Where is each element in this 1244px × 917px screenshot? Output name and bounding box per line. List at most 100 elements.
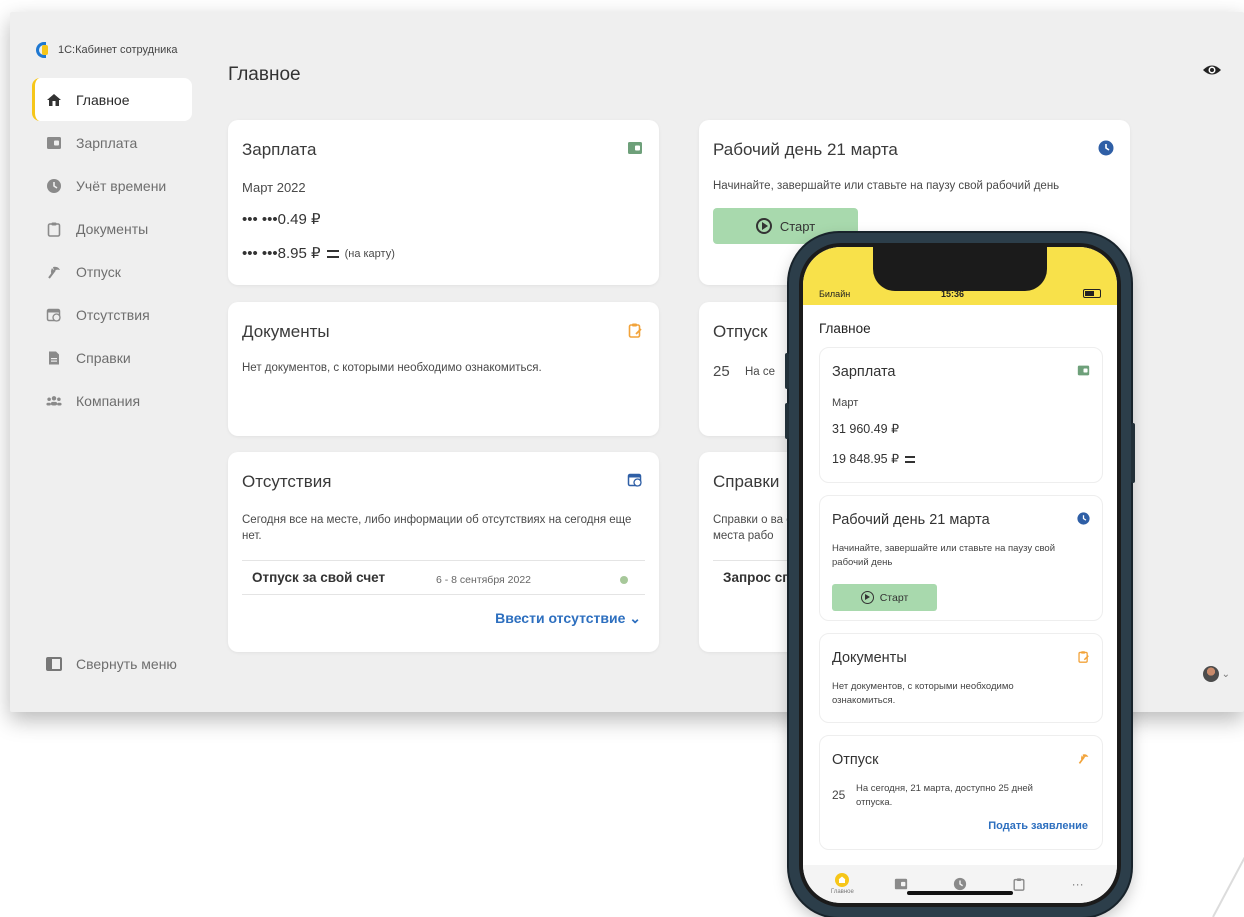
people-icon xyxy=(46,393,62,409)
salary-month: Март xyxy=(832,397,859,409)
start-label: Старт xyxy=(879,591,909,604)
clipboard-icon xyxy=(1012,877,1026,891)
notch xyxy=(873,247,1047,291)
palm-icon xyxy=(1077,752,1090,765)
decorative-line xyxy=(1212,792,1244,917)
documents-text: Нет документов, с которыми необходимо оз… xyxy=(242,362,542,374)
absences-text: Сегодня все на месте, либо информации об… xyxy=(242,514,632,542)
tab-documents[interactable] xyxy=(999,877,1039,891)
wallet-icon xyxy=(1077,364,1090,377)
sidebar-item-salary[interactable]: Зарплата xyxy=(32,121,192,164)
mobile-page-title: Главное xyxy=(819,321,871,336)
salary-card[interactable]: Зарплата Март 2022 ••• •••0.49 ₽ ••• •••… xyxy=(228,120,659,285)
card-title: Зарплата xyxy=(832,364,896,380)
workday-text: Начинайте, завершайте или ставьте на пау… xyxy=(713,180,1060,192)
absence-item-dates: 6 - 8 сентября 2022 xyxy=(436,574,532,586)
sidebar-item-label: Документы xyxy=(76,220,149,237)
tab-label: Главное xyxy=(830,889,854,895)
user-menu[interactable]: ⌄ xyxy=(1202,666,1230,682)
tab-more[interactable]: ··· xyxy=(1058,877,1098,891)
mobile-start-button[interactable]: Старт xyxy=(832,584,937,611)
play-icon xyxy=(860,591,874,604)
salary-amount-1: 31 960.49 ₽ xyxy=(832,422,900,436)
salary-card-note: (на карту) xyxy=(344,248,395,260)
divider xyxy=(242,560,645,561)
sidebar-item-home[interactable]: Главное xyxy=(32,78,192,121)
sidebar-item-certificates[interactable]: Справки xyxy=(32,336,192,379)
sidebar-item-company[interactable]: Компания xyxy=(32,379,192,422)
play-icon xyxy=(755,218,772,234)
home-icon xyxy=(46,92,62,108)
mobile-salary-card[interactable]: Зарплата Март 31 960.49 ₽ 19 848.95 ₽ xyxy=(819,347,1103,483)
clock-icon xyxy=(1077,512,1090,525)
salary-amount-2-row: 19 848.95 ₽ xyxy=(832,452,916,466)
collapse-menu-button[interactable]: Свернуть меню xyxy=(46,656,177,672)
card-title: Документы xyxy=(242,322,330,341)
card-title: Справки xyxy=(713,472,780,491)
card-title: Отсутствия xyxy=(242,472,332,491)
sidebar-item-label: Учёт времени xyxy=(76,177,167,194)
mobile-tab-bar: Главное ··· xyxy=(803,865,1117,903)
submit-request-link[interactable]: Подать заявление xyxy=(988,820,1088,832)
card-title: Отпуск xyxy=(713,322,768,341)
salary-amount-1: ••• •••0.49 ₽ xyxy=(242,211,321,228)
tab-salary[interactable] xyxy=(881,877,921,891)
certificate-request[interactable]: Запрос сп xyxy=(723,570,790,586)
tab-time[interactable] xyxy=(940,877,980,891)
chevron-down-icon: ⌄ xyxy=(1221,668,1230,680)
sidebar-item-time[interactable]: Учёт времени xyxy=(32,164,192,207)
palm-icon xyxy=(46,264,62,280)
documents-text: Нет документов, с которыми необходимо оз… xyxy=(832,681,1014,706)
sidebar-item-vacation[interactable]: Отпуск xyxy=(32,250,192,293)
clipboard-icon xyxy=(46,221,62,237)
add-absence-link[interactable]: Ввести отсутствие ⌄ xyxy=(495,610,641,627)
card-payment-icon xyxy=(326,250,339,258)
card-title: Документы xyxy=(832,650,907,666)
sidebar-item-label: Компания xyxy=(76,392,141,409)
clock-icon xyxy=(46,178,62,194)
salary-amount-2: ••• •••8.95 ₽ xyxy=(242,245,321,262)
absence-item-name[interactable]: Отпуск за свой счет xyxy=(252,570,385,586)
collapse-label: Свернуть меню xyxy=(76,656,177,672)
clock-icon xyxy=(1098,140,1114,156)
sidebar-item-label: Главное xyxy=(76,91,130,108)
mobile-workday-card[interactable]: Рабочий день 21 марта Начинайте, заверша… xyxy=(819,495,1103,621)
calendar-clock-icon xyxy=(46,307,62,323)
salary-amount-2-row: ••• •••8.95 ₽ (на карту) xyxy=(242,246,395,262)
calendar-clock-icon xyxy=(627,472,643,488)
vacation-days: 25 xyxy=(713,363,730,380)
vacation-days: 25 xyxy=(832,788,846,802)
phone-bezel: Билайн 15:36 Главное Зарплата Март 31 96… xyxy=(799,243,1121,907)
phone-screen: Билайн 15:36 Главное Зарплата Март 31 96… xyxy=(803,247,1117,903)
carrier-label: Билайн xyxy=(819,289,851,299)
logo-text: 1С:Кабинет сотрудника xyxy=(58,44,178,56)
sidebar-item-absences[interactable]: Отсутствия xyxy=(32,293,192,336)
power-button xyxy=(1131,423,1135,483)
sidebar-item-documents[interactable]: Документы xyxy=(32,207,192,250)
app-logo[interactable]: 1С:Кабинет сотрудника xyxy=(36,42,178,58)
documents-card[interactable]: Документы Нет документов, с которыми нео… xyxy=(228,302,659,436)
home-indicator xyxy=(907,891,1013,895)
status-time: 15:36 xyxy=(941,289,965,299)
sidebar-item-label: Справки xyxy=(76,349,131,366)
wallet-icon xyxy=(894,877,908,891)
mobile-content: Главное Зарплата Март 31 960.49 ₽ 19 848… xyxy=(803,305,1117,865)
card-title: Отпуск xyxy=(832,752,879,768)
collapse-icon xyxy=(46,657,62,671)
wallet-icon xyxy=(46,135,62,151)
start-label: Старт xyxy=(779,218,816,234)
vacation-text: На се xyxy=(745,366,776,378)
tab-home[interactable]: Главное xyxy=(822,873,862,895)
wallet-icon xyxy=(627,140,643,156)
clock-icon xyxy=(953,877,967,891)
absences-card[interactable]: Отсутствия Сегодня все на месте, либо ин… xyxy=(228,452,659,652)
card-title: Рабочий день 21 марта xyxy=(713,140,898,159)
avatar xyxy=(1202,666,1219,682)
mobile-vacation-card[interactable]: Отпуск 25 На сегодня, 21 марта, доступно… xyxy=(819,735,1103,850)
volume-button xyxy=(785,403,789,439)
mobile-documents-card[interactable]: Документы Нет документов, с которыми нео… xyxy=(819,633,1103,723)
sidebar-item-label: Зарплата xyxy=(76,134,138,151)
workday-text: Начинайте, завершайте или ставьте на пау… xyxy=(832,543,1056,568)
eye-icon[interactable] xyxy=(1202,60,1222,80)
volume-button xyxy=(785,353,789,389)
